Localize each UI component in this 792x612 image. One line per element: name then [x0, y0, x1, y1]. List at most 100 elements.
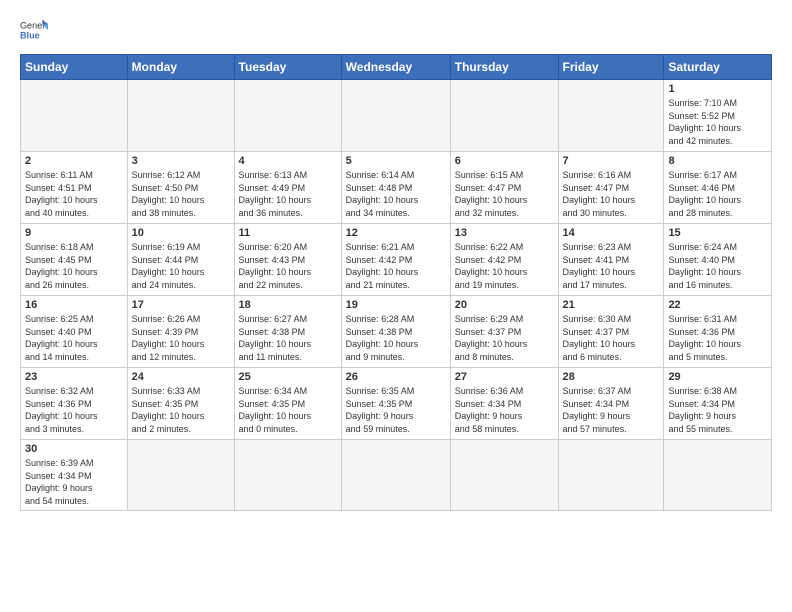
day-number: 23 — [25, 371, 123, 383]
day-number: 16 — [25, 299, 123, 311]
header: General Blue — [20, 16, 772, 44]
day-info: Sunrise: 6:22 AM Sunset: 4:42 PM Dayligh… — [455, 241, 554, 291]
day-info: Sunrise: 6:39 AM Sunset: 4:34 PM Dayligh… — [25, 457, 123, 507]
calendar-cell — [127, 440, 234, 511]
page: General Blue SundayMondayTuesdayWednesda… — [0, 0, 792, 612]
day-info: Sunrise: 6:12 AM Sunset: 4:50 PM Dayligh… — [132, 169, 230, 219]
svg-text:Blue: Blue — [20, 30, 40, 40]
day-info: Sunrise: 6:13 AM Sunset: 4:49 PM Dayligh… — [239, 169, 337, 219]
calendar-cell — [341, 80, 450, 152]
day-info: Sunrise: 6:17 AM Sunset: 4:46 PM Dayligh… — [668, 169, 767, 219]
day-number: 13 — [455, 227, 554, 239]
day-number: 11 — [239, 227, 337, 239]
day-info: Sunrise: 6:24 AM Sunset: 4:40 PM Dayligh… — [668, 241, 767, 291]
day-number: 2 — [25, 155, 123, 167]
weekday-header-monday: Monday — [127, 55, 234, 80]
calendar-cell — [127, 80, 234, 152]
day-info: Sunrise: 6:34 AM Sunset: 4:35 PM Dayligh… — [239, 385, 337, 435]
day-number: 1 — [668, 83, 767, 95]
calendar-cell: 27 Sunrise: 6:36 AM Sunset: 4:34 PM Dayli… — [450, 368, 558, 440]
day-info: Sunrise: 6:35 AM Sunset: 4:35 PM Dayligh… — [346, 385, 446, 435]
calendar-week-6: 30 Sunrise: 6:39 AM Sunset: 4:34 PM Dayli… — [21, 440, 772, 511]
calendar-cell — [341, 440, 450, 511]
day-number: 26 — [346, 371, 446, 383]
day-info: Sunrise: 6:14 AM Sunset: 4:48 PM Dayligh… — [346, 169, 446, 219]
day-number: 28 — [563, 371, 660, 383]
day-number: 17 — [132, 299, 230, 311]
day-info: Sunrise: 6:32 AM Sunset: 4:36 PM Dayligh… — [25, 385, 123, 435]
calendar-cell: 19 Sunrise: 6:28 AM Sunset: 4:38 PM Dayli… — [341, 296, 450, 368]
calendar-cell: 13 Sunrise: 6:22 AM Sunset: 4:42 PM Dayli… — [450, 224, 558, 296]
day-info: Sunrise: 7:10 AM Sunset: 5:52 PM Dayligh… — [668, 97, 767, 147]
day-info: Sunrise: 6:21 AM Sunset: 4:42 PM Dayligh… — [346, 241, 446, 291]
calendar-cell: 15 Sunrise: 6:24 AM Sunset: 4:40 PM Dayli… — [664, 224, 772, 296]
calendar-cell: 9 Sunrise: 6:18 AM Sunset: 4:45 PM Daylig… — [21, 224, 128, 296]
day-number: 27 — [455, 371, 554, 383]
day-number: 9 — [25, 227, 123, 239]
day-number: 7 — [563, 155, 660, 167]
day-number: 20 — [455, 299, 554, 311]
calendar-cell: 28 Sunrise: 6:37 AM Sunset: 4:34 PM Dayli… — [558, 368, 664, 440]
day-number: 12 — [346, 227, 446, 239]
calendar-cell — [234, 440, 341, 511]
calendar-cell: 17Sunrise: 6:26 AM Sunset: 4:39 PM Dayli… — [127, 296, 234, 368]
day-number: 4 — [239, 155, 337, 167]
weekday-header-row: SundayMondayTuesdayWednesdayThursdayFrid… — [21, 55, 772, 80]
day-number: 3 — [132, 155, 230, 167]
calendar-cell: 7 Sunrise: 6:16 AM Sunset: 4:47 PM Daylig… — [558, 152, 664, 224]
day-info: Sunrise: 6:27 AM Sunset: 4:38 PM Dayligh… — [239, 313, 337, 363]
day-info: Sunrise: 6:11 AM Sunset: 4:51 PM Dayligh… — [25, 169, 123, 219]
day-info: Sunrise: 6:38 AM Sunset: 4:34 PM Dayligh… — [668, 385, 767, 435]
calendar-cell: 10 Sunrise: 6:19 AM Sunset: 4:44 PM Dayli… — [127, 224, 234, 296]
day-info: Sunrise: 6:19 AM Sunset: 4:44 PM Dayligh… — [132, 241, 230, 291]
day-info: Sunrise: 6:30 AM Sunset: 4:37 PM Dayligh… — [563, 313, 660, 363]
day-info: Sunrise: 6:28 AM Sunset: 4:38 PM Dayligh… — [346, 313, 446, 363]
weekday-header-wednesday: Wednesday — [341, 55, 450, 80]
calendar-cell: 14Sunrise: 6:23 AM Sunset: 4:41 PM Dayli… — [558, 224, 664, 296]
day-number: 8 — [668, 155, 767, 167]
day-number: 14 — [563, 227, 660, 239]
day-number: 18 — [239, 299, 337, 311]
day-number: 29 — [668, 371, 767, 383]
calendar-cell: 21Sunrise: 6:30 AM Sunset: 4:37 PM Dayli… — [558, 296, 664, 368]
calendar-cell: 12 Sunrise: 6:21 AM Sunset: 4:42 PM Dayli… — [341, 224, 450, 296]
day-number: 19 — [346, 299, 446, 311]
calendar-cell: 20 Sunrise: 6:29 AM Sunset: 4:37 PM Dayli… — [450, 296, 558, 368]
calendar-cell: 30 Sunrise: 6:39 AM Sunset: 4:34 PM Dayli… — [21, 440, 128, 511]
day-number: 10 — [132, 227, 230, 239]
general-blue-icon: General Blue — [20, 16, 48, 44]
day-info: Sunrise: 6:25 AM Sunset: 4:40 PM Dayligh… — [25, 313, 123, 363]
calendar-cell: 3 Sunrise: 6:12 AM Sunset: 4:50 PM Daylig… — [127, 152, 234, 224]
day-info: Sunrise: 6:31 AM Sunset: 4:36 PM Dayligh… — [668, 313, 767, 363]
day-number: 5 — [346, 155, 446, 167]
calendar-week-3: 9 Sunrise: 6:18 AM Sunset: 4:45 PM Daylig… — [21, 224, 772, 296]
day-info: Sunrise: 6:18 AM Sunset: 4:45 PM Dayligh… — [25, 241, 123, 291]
weekday-header-saturday: Saturday — [664, 55, 772, 80]
day-info: Sunrise: 6:16 AM Sunset: 4:47 PM Dayligh… — [563, 169, 660, 219]
day-info: Sunrise: 6:29 AM Sunset: 4:37 PM Dayligh… — [455, 313, 554, 363]
calendar-week-5: 23 Sunrise: 6:32 AM Sunset: 4:36 PM Dayli… — [21, 368, 772, 440]
calendar: SundayMondayTuesdayWednesdayThursdayFrid… — [20, 54, 772, 511]
day-number: 25 — [239, 371, 337, 383]
day-info: Sunrise: 6:20 AM Sunset: 4:43 PM Dayligh… — [239, 241, 337, 291]
calendar-cell — [21, 80, 128, 152]
logo: General Blue — [20, 16, 48, 44]
day-info: Sunrise: 6:36 AM Sunset: 4:34 PM Dayligh… — [455, 385, 554, 435]
day-info: Sunrise: 6:15 AM Sunset: 4:47 PM Dayligh… — [455, 169, 554, 219]
calendar-week-4: 16 Sunrise: 6:25 AM Sunset: 4:40 PM Dayli… — [21, 296, 772, 368]
calendar-cell: 26 Sunrise: 6:35 AM Sunset: 4:35 PM Dayli… — [341, 368, 450, 440]
day-number: 30 — [25, 443, 123, 455]
day-number: 15 — [668, 227, 767, 239]
day-number: 24 — [132, 371, 230, 383]
day-info: Sunrise: 6:37 AM Sunset: 4:34 PM Dayligh… — [563, 385, 660, 435]
weekday-header-thursday: Thursday — [450, 55, 558, 80]
calendar-cell: 16 Sunrise: 6:25 AM Sunset: 4:40 PM Dayli… — [21, 296, 128, 368]
calendar-cell: 1 Sunrise: 7:10 AM Sunset: 5:52 PM Daylig… — [664, 80, 772, 152]
calendar-week-2: 2 Sunrise: 6:11 AM Sunset: 4:51 PM Daylig… — [21, 152, 772, 224]
calendar-cell: 29 Sunrise: 6:38 AM Sunset: 4:34 PM Dayli… — [664, 368, 772, 440]
calendar-cell — [558, 80, 664, 152]
calendar-cell — [450, 80, 558, 152]
calendar-cell: 4 Sunrise: 6:13 AM Sunset: 4:49 PM Daylig… — [234, 152, 341, 224]
day-number: 22 — [668, 299, 767, 311]
weekday-header-sunday: Sunday — [21, 55, 128, 80]
